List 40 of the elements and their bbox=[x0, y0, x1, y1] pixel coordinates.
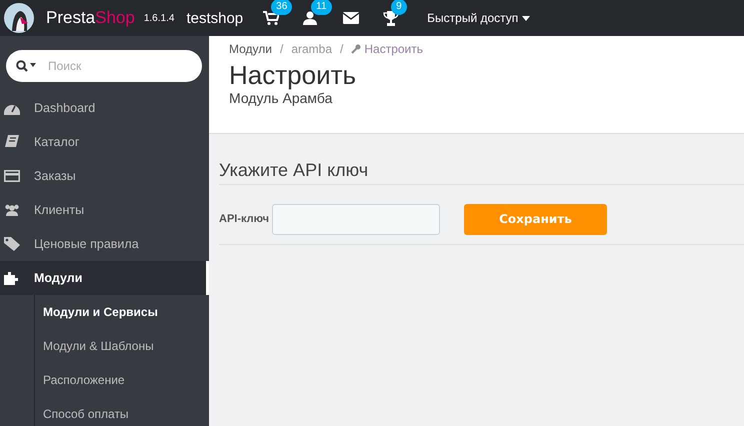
sidebar-item[interactable]: Dashboard bbox=[0, 91, 209, 125]
page-title: Настроить bbox=[229, 60, 358, 90]
submenu-item[interactable]: Модули & Шаблоны bbox=[35, 329, 209, 363]
caret-icon bbox=[522, 16, 530, 20]
user-icon[interactable] bbox=[303, 11, 318, 25]
quick-access-menu[interactable]: Быстрый доступ bbox=[427, 11, 530, 25]
count-badge: 36 bbox=[271, 0, 292, 15]
logo-icon[interactable] bbox=[4, 3, 34, 33]
search-bar[interactable]: Поиск bbox=[6, 50, 202, 82]
version-label: 1.6.1.4 bbox=[144, 12, 174, 24]
breadcrumb-link[interactable]: Настроить bbox=[351, 42, 423, 56]
search-icon[interactable] bbox=[16, 60, 36, 72]
puzzle-icon bbox=[4, 271, 20, 285]
users-icon bbox=[4, 204, 20, 216]
submenu-item[interactable]: Расположение bbox=[35, 363, 209, 397]
breadcrumb-separator: / bbox=[280, 42, 284, 56]
envelope-icon[interactable] bbox=[343, 12, 360, 24]
shop-name[interactable]: testshop bbox=[186, 10, 244, 26]
sidebar-item[interactable]: Каталог bbox=[0, 125, 209, 159]
api-key-field[interactable] bbox=[272, 204, 440, 234]
book-icon bbox=[4, 135, 20, 149]
submenu-item[interactable]: Способ оплаты bbox=[35, 397, 209, 426]
field-label: API-ключ bbox=[219, 213, 269, 225]
breadcrumb-link[interactable]: Модули bbox=[229, 42, 272, 56]
sidebar-item[interactable]: Модули bbox=[0, 261, 209, 295]
cart-icon[interactable] bbox=[263, 11, 280, 25]
count-badge: 9 bbox=[391, 0, 407, 15]
sidebar-item[interactable]: Заказы bbox=[0, 159, 209, 193]
breadcrumb-separator: / bbox=[340, 42, 344, 56]
sidebar-item[interactable]: Клиенты bbox=[0, 193, 209, 227]
count-badge: 11 bbox=[311, 0, 332, 15]
sidebar-item[interactable]: Ценовые правила bbox=[0, 227, 209, 261]
credit-card-icon bbox=[4, 170, 20, 182]
brand-name[interactable]: PrestaShop bbox=[46, 8, 135, 28]
tag-icon bbox=[4, 237, 20, 251]
wrench-icon bbox=[351, 44, 362, 54]
section-title: Укажите API ключ bbox=[219, 160, 744, 185]
submenu-item[interactable]: Модули и Сервисы bbox=[35, 295, 209, 329]
page-subtitle: Модуль Арамба bbox=[229, 90, 334, 106]
trophy-icon[interactable] bbox=[383, 10, 400, 26]
